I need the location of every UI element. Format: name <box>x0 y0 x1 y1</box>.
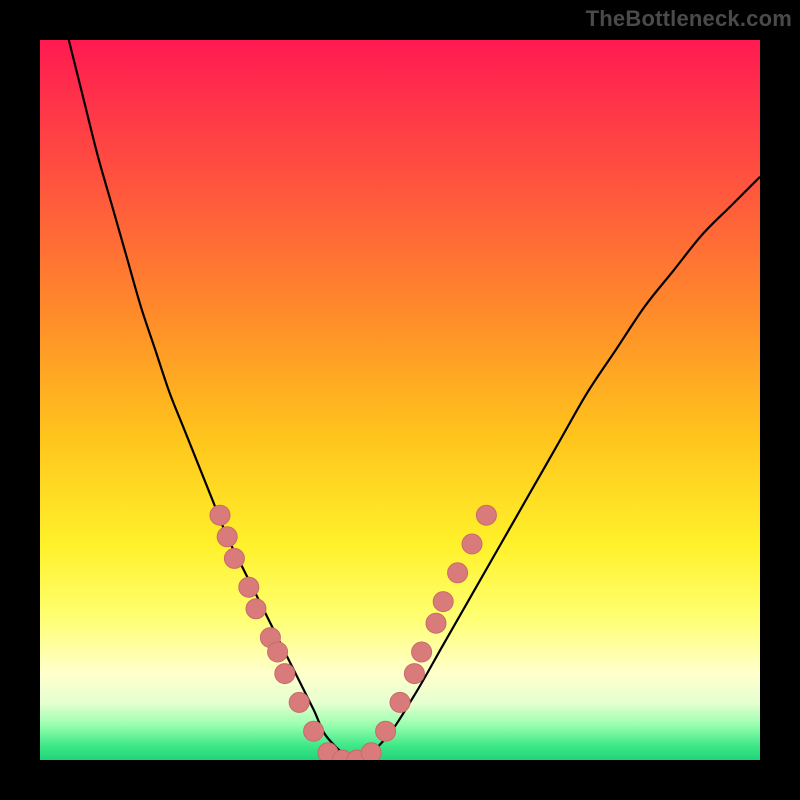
data-marker <box>239 577 259 597</box>
plot-area <box>40 40 760 760</box>
data-marker <box>433 592 453 612</box>
data-marker <box>304 721 324 741</box>
data-marker <box>390 692 410 712</box>
data-marker <box>476 505 496 525</box>
data-marker <box>275 664 295 684</box>
data-marker <box>376 721 396 741</box>
data-marker <box>224 548 244 568</box>
data-marker <box>246 599 266 619</box>
chart-frame: TheBottleneck.com <box>0 0 800 800</box>
curve-svg <box>40 40 760 760</box>
data-marker <box>289 692 309 712</box>
data-marker <box>404 664 424 684</box>
data-marker <box>426 613 446 633</box>
data-marker <box>361 743 381 760</box>
data-marker <box>217 527 237 547</box>
data-marker <box>210 505 230 525</box>
watermark-text: TheBottleneck.com <box>586 6 792 32</box>
data-marker <box>448 563 468 583</box>
data-marker <box>462 534 482 554</box>
data-marker <box>412 642 432 662</box>
marker-group <box>210 505 496 760</box>
data-marker <box>268 642 288 662</box>
